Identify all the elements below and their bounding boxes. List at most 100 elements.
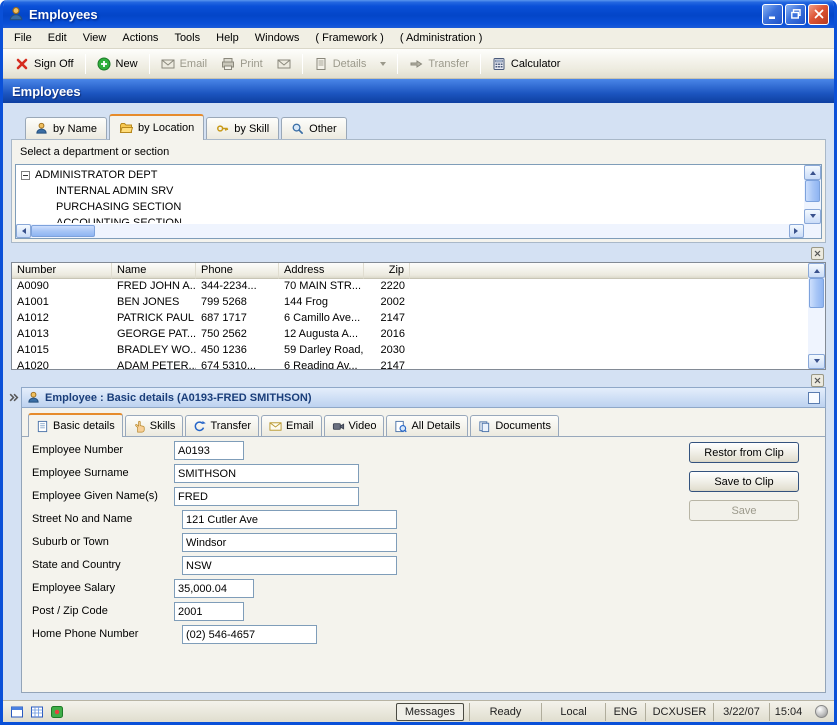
- status-grid-icon[interactable]: [29, 704, 45, 720]
- tree-item-accounting-section[interactable]: ACCOUNTING SECTION: [18, 215, 802, 223]
- cell-phone[interactable]: 674 5310...: [196, 359, 279, 370]
- cell-zip[interactable]: 2147: [364, 311, 410, 327]
- menu-administration[interactable]: ( Administration ): [392, 30, 491, 46]
- email-button[interactable]: Email: [154, 54, 215, 74]
- save-to-clip-button[interactable]: Save to Clip: [689, 471, 799, 492]
- column-header-address[interactable]: Address: [279, 263, 364, 279]
- sign-off-button[interactable]: Sign Off: [8, 54, 81, 74]
- cell-name[interactable]: PATRICK PAUL: [112, 311, 196, 327]
- cell-address[interactable]: 144 Frog: [279, 295, 364, 311]
- scroll-track[interactable]: [804, 180, 821, 209]
- cell-name[interactable]: FRED JOHN A...: [112, 279, 196, 295]
- table-row[interactable]: A1020 ADAM PETER... 674 5310... 6 Readin…: [12, 359, 825, 370]
- cell-phone[interactable]: 450 1236: [196, 343, 279, 359]
- table-vertical-scrollbar[interactable]: [808, 263, 825, 369]
- street-no-and-name-input[interactable]: [182, 510, 397, 529]
- employee-salary-input[interactable]: [174, 579, 254, 598]
- calculator-button[interactable]: Calculator: [485, 54, 568, 74]
- tab-documents[interactable]: Documents: [470, 415, 559, 436]
- send-mail-button[interactable]: [270, 54, 298, 74]
- cell-phone[interactable]: 750 2562: [196, 327, 279, 343]
- print-button[interactable]: Print: [214, 54, 270, 74]
- close-button[interactable]: [808, 4, 829, 25]
- cell-address[interactable]: 59 Darley Road,: [279, 343, 364, 359]
- table-row[interactable]: A0090 FRED JOHN A... 344-2234... 70 MAIN…: [12, 279, 825, 295]
- tab-other[interactable]: Other: [281, 117, 347, 139]
- column-header-number[interactable]: Number: [12, 263, 112, 279]
- cell-number[interactable]: A1001: [12, 295, 112, 311]
- tab-skills[interactable]: Skills: [125, 415, 184, 436]
- cell-number[interactable]: A1013: [12, 327, 112, 343]
- menu-actions[interactable]: Actions: [114, 30, 166, 46]
- employee-given-names-input[interactable]: [174, 487, 359, 506]
- scroll-thumb[interactable]: [809, 278, 824, 308]
- tab-transfer[interactable]: Transfer: [185, 415, 259, 436]
- transfer-button[interactable]: Transfer: [402, 54, 476, 74]
- list-panel-close-button[interactable]: [811, 374, 824, 387]
- column-header-name[interactable]: Name: [112, 263, 196, 279]
- scroll-down-button[interactable]: [804, 209, 821, 224]
- restore-from-clip-button[interactable]: Restor from Clip: [689, 442, 799, 463]
- table-row[interactable]: A1013 GEORGE PAT... 750 2562 12 Augusta …: [12, 327, 825, 343]
- tab-all-details[interactable]: All Details: [386, 415, 468, 436]
- scroll-track[interactable]: [31, 224, 789, 238]
- employee-surname-input[interactable]: [174, 464, 359, 483]
- tree-item-purchasing-section[interactable]: PURCHASING SECTION: [18, 199, 802, 215]
- table-row[interactable]: A1015 BRADLEY WO... 450 1236 59 Darley R…: [12, 343, 825, 359]
- menu-edit[interactable]: Edit: [40, 30, 75, 46]
- save-button[interactable]: Save: [689, 500, 799, 521]
- scroll-track[interactable]: [808, 278, 825, 354]
- cell-zip[interactable]: 2016: [364, 327, 410, 343]
- tree-item-internal-admin-srv[interactable]: INTERNAL ADMIN SRV: [18, 183, 802, 199]
- suburb-or-town-input[interactable]: [182, 533, 397, 552]
- tab-by-skill[interactable]: by Skill: [206, 117, 279, 139]
- cell-name[interactable]: BEN JONES: [112, 295, 196, 311]
- cell-name[interactable]: BRADLEY WO...: [112, 343, 196, 359]
- menu-tools[interactable]: Tools: [166, 30, 208, 46]
- cell-phone[interactable]: 687 1717: [196, 311, 279, 327]
- column-header-zip[interactable]: Zip: [364, 263, 410, 279]
- scroll-thumb[interactable]: [805, 180, 820, 202]
- new-button[interactable]: New: [90, 54, 145, 74]
- table-row[interactable]: A1001 BEN JONES 799 5268 144 Frog 2002: [12, 295, 825, 311]
- menu-help[interactable]: Help: [208, 30, 247, 46]
- tab-video[interactable]: Video: [324, 415, 385, 436]
- panel-maximize-button[interactable]: [808, 392, 820, 404]
- cell-address[interactable]: 70 MAIN STR...: [279, 279, 364, 295]
- scroll-right-button[interactable]: [789, 224, 804, 238]
- column-header-phone[interactable]: Phone: [196, 263, 279, 279]
- tree-panel-close-button[interactable]: [811, 247, 824, 260]
- expand-chevron-icon[interactable]: [8, 390, 19, 408]
- messages-button[interactable]: Messages: [396, 703, 464, 721]
- tab-by-name[interactable]: by Name: [25, 117, 107, 139]
- details-dropdown-button[interactable]: [373, 55, 393, 72]
- cell-phone[interactable]: 344-2234...: [196, 279, 279, 295]
- tab-email[interactable]: Email: [261, 415, 322, 436]
- status-window-icon[interactable]: [9, 704, 25, 720]
- menu-windows[interactable]: Windows: [247, 30, 308, 46]
- collapse-expander-icon[interactable]: [21, 171, 30, 180]
- scroll-thumb[interactable]: [31, 225, 95, 237]
- cell-address[interactable]: 12 Augusta A...: [279, 327, 364, 343]
- post-zip-code-input[interactable]: [174, 602, 244, 621]
- cell-name[interactable]: GEORGE PAT...: [112, 327, 196, 343]
- cell-number[interactable]: A1012: [12, 311, 112, 327]
- tree-item-administrator-dept[interactable]: ADMINISTRATOR DEPT: [18, 167, 802, 183]
- scroll-down-button[interactable]: [808, 354, 825, 369]
- cell-number[interactable]: A0090: [12, 279, 112, 295]
- cell-number[interactable]: A1020: [12, 359, 112, 370]
- scroll-left-button[interactable]: [16, 224, 31, 238]
- menu-file[interactable]: File: [6, 30, 40, 46]
- minimize-button[interactable]: [762, 4, 783, 25]
- scroll-up-button[interactable]: [808, 263, 825, 278]
- tree-horizontal-scrollbar[interactable]: [16, 224, 804, 238]
- state-and-country-input[interactable]: [182, 556, 397, 575]
- cell-address[interactable]: 6 Camillo Ave...: [279, 311, 364, 327]
- scroll-up-button[interactable]: [804, 165, 821, 180]
- menu-framework[interactable]: ( Framework ): [307, 30, 391, 46]
- home-phone-number-input[interactable]: [182, 625, 317, 644]
- restore-button[interactable]: [785, 4, 806, 25]
- table-row[interactable]: A1012 PATRICK PAUL 687 1717 6 Camillo Av…: [12, 311, 825, 327]
- cell-zip[interactable]: 2147: [364, 359, 410, 370]
- details-button[interactable]: Details: [307, 54, 374, 74]
